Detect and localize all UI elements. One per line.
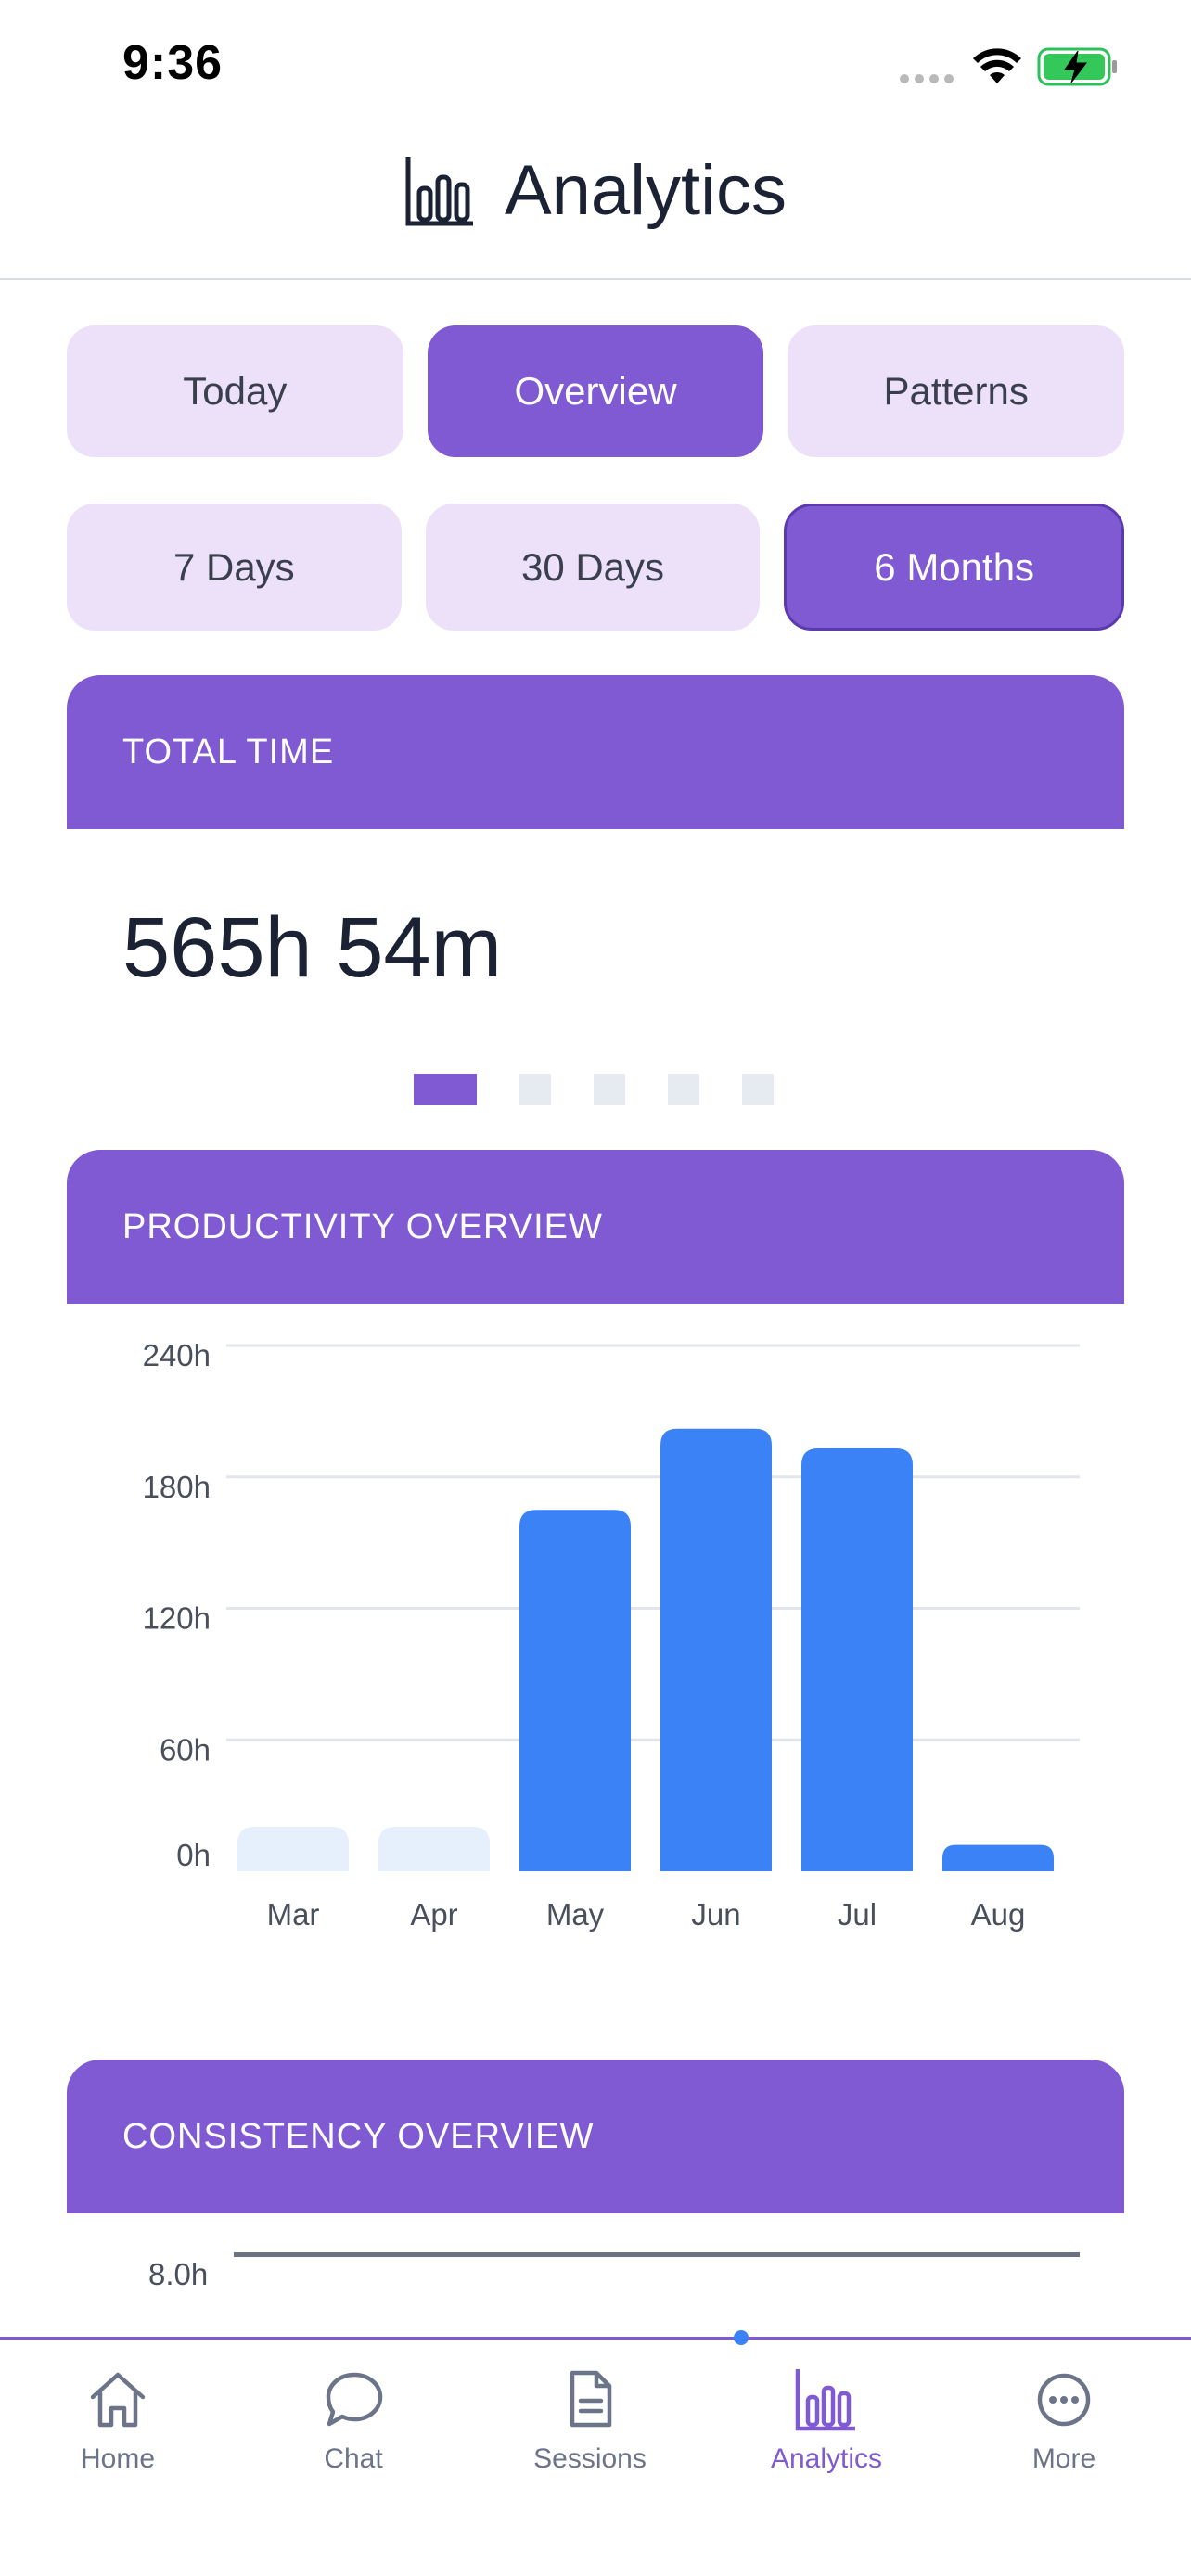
active-tab-indicator (734, 2330, 749, 2345)
tab-overview[interactable]: Overview (427, 325, 764, 457)
x-tick-label: May (546, 1897, 605, 1932)
bar-mar (237, 1827, 349, 1871)
x-tick-label: Apr (410, 1897, 457, 1932)
page-dot-3[interactable] (594, 1074, 625, 1105)
home-icon (90, 2372, 146, 2428)
tab-today[interactable]: Today (67, 325, 403, 457)
x-tick-label: Aug (971, 1897, 1026, 1932)
page-title: Analytics (504, 151, 788, 230)
wifi-icon (973, 48, 1021, 83)
x-tick-label: Mar (267, 1897, 320, 1932)
range-30-days[interactable]: 30 Days (425, 504, 761, 631)
bar-chart-icon (795, 2369, 855, 2431)
y-tick-label: 240h (143, 1338, 211, 1372)
bar-may (519, 1510, 631, 1871)
y-tick-label: 60h (160, 1732, 211, 1766)
x-tick-label: Jul (838, 1897, 877, 1932)
document-icon (570, 2370, 612, 2428)
battery-charging-icon (1037, 47, 1117, 86)
y-tick-label: 180h (143, 1470, 211, 1504)
tab-home-label: Home (80, 2443, 156, 2474)
range-6-months[interactable]: 6 Months (784, 504, 1125, 631)
page-indicator[interactable] (414, 1074, 774, 1105)
consistency-line (234, 2252, 1080, 2257)
page-dot-2[interactable] (519, 1074, 551, 1105)
tab-sessions-label: Sessions (533, 2443, 647, 2474)
range-tabs: 7 Days 30 Days 6 Months (67, 504, 1125, 631)
productivity-header: PRODUCTIVITY OVERVIEW (67, 1150, 1124, 1304)
y-tick-label: 0h (176, 1838, 211, 1872)
tab-more[interactable]: More (971, 2367, 1157, 2475)
productivity-bar-chart: 0h 60h 120h 180h 240h Mar Apr May Jun Jul Aug (143, 1338, 1080, 1932)
bar-aug (942, 1844, 1054, 1871)
total-time-header: TOTAL TIME (67, 675, 1124, 829)
status-time: 9:36 (122, 36, 224, 90)
tab-analytics[interactable]: Analytics (734, 2367, 919, 2475)
bar-apr (378, 1827, 490, 1871)
tab-home[interactable]: Home (25, 2367, 211, 2475)
tab-chat-label: Chat (324, 2443, 383, 2474)
total-time-value: 565h 54m (122, 900, 503, 995)
tab-patterns[interactable]: Patterns (788, 325, 1125, 457)
consistency-header: CONSISTENCY OVERVIEW (67, 2060, 1124, 2213)
tab-analytics-label: Analytics (770, 2443, 883, 2474)
y-tick-label: 120h (143, 1601, 211, 1636)
range-7-days[interactable]: 7 Days (67, 504, 402, 631)
x-tick-label: Jun (691, 1897, 740, 1932)
more-circle-icon (1037, 2373, 1091, 2427)
bar-chart-icon (405, 156, 473, 225)
bottom-tab-bar: Home Chat Sessions Analytics More (0, 2330, 1191, 2576)
tab-more-label: More (1031, 2443, 1096, 2474)
bar-jul (801, 1448, 913, 1871)
status-bar: 9:36 (0, 0, 1191, 121)
tab-sessions[interactable]: Sessions (497, 2367, 683, 2475)
page-dot-1[interactable] (414, 1074, 477, 1105)
chat-bubble-icon (326, 2372, 383, 2427)
cellular-signal-icon (900, 74, 954, 83)
tab-chat[interactable]: Chat (261, 2367, 446, 2475)
bar-jun (660, 1428, 772, 1871)
consistency-y-label: 8.0h (148, 2257, 209, 2291)
page-dot-4[interactable] (668, 1074, 699, 1105)
view-tabs: Today Overview Patterns (67, 325, 1125, 457)
page-dot-5[interactable] (742, 1074, 774, 1105)
app-header: Analytics (0, 121, 1191, 280)
